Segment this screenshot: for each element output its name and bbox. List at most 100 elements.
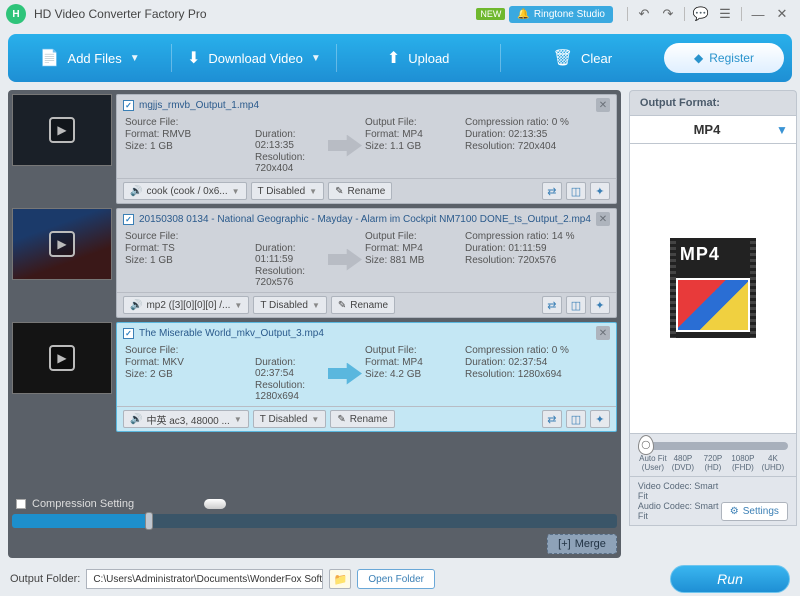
file-checkbox[interactable]: ✓ xyxy=(123,214,134,225)
effects-button[interactable]: ✦ xyxy=(590,182,610,200)
settings-button[interactable]: ⚙Settings xyxy=(721,502,788,521)
trim-button[interactable]: ◫ xyxy=(566,296,586,314)
effects-button[interactable]: ✦ xyxy=(590,296,610,314)
menu-icon[interactable]: ☰ xyxy=(713,6,737,22)
resolution-option[interactable]: 720P(HD) xyxy=(698,454,728,472)
file-card: ✓ 20150308 0134 - National Geographic - M… xyxy=(116,208,617,318)
file-thumbnail[interactable]: ▶ xyxy=(12,208,112,280)
remove-file-button[interactable]: ✕ xyxy=(596,326,610,340)
arrow-right-icon xyxy=(328,135,362,157)
merge-icon: [+] xyxy=(558,538,571,550)
sparkle-icon: ✦ xyxy=(595,185,604,198)
trim-button[interactable]: ◫ xyxy=(566,182,586,200)
shuffle-button[interactable]: ⇄ xyxy=(542,182,562,200)
file-name: mgjjs_rmvb_Output_1.mp4 xyxy=(139,100,591,111)
arrow-right-icon xyxy=(328,363,362,385)
format-preview: MP4 xyxy=(629,144,797,434)
shuffle-icon: ⇄ xyxy=(547,299,556,312)
file-checkbox[interactable]: ✓ xyxy=(123,328,134,339)
run-button[interactable]: Run xyxy=(670,565,790,593)
undo-icon[interactable]: ↶ xyxy=(632,6,656,22)
audio-icon: 🔊 xyxy=(130,300,142,311)
remove-file-button[interactable]: ✕ xyxy=(596,98,610,112)
crop-icon: ◫ xyxy=(571,413,581,426)
pencil-icon: ✎ xyxy=(335,186,343,197)
audio-track-dropdown[interactable]: 🔊cook (cook / 0x6...▼ xyxy=(123,182,247,200)
clear-button[interactable]: 🗑Clear xyxy=(509,41,656,75)
toolbar: 📄Add Files▼ ⬇Download Video▼ ⬆Upload 🗑Cl… xyxy=(8,34,792,82)
sparkle-icon: ✦ xyxy=(595,413,604,426)
subtitle-dropdown[interactable]: T Disabled▼ xyxy=(253,410,327,428)
shuffle-button[interactable]: ⇄ xyxy=(542,296,562,314)
caret-down-icon: ▼ xyxy=(311,415,319,424)
upload-button[interactable]: ⬆Upload xyxy=(345,41,492,75)
caret-down-icon: ▼ xyxy=(234,301,242,310)
file-name: 20150308 0134 - National Geographic - Ma… xyxy=(139,214,591,225)
open-folder-button[interactable]: Open Folder xyxy=(357,569,435,589)
audio-icon: 🔊 xyxy=(130,414,142,425)
shuffle-button[interactable]: ⇄ xyxy=(542,410,562,428)
play-icon[interactable]: ▶ xyxy=(49,345,75,371)
play-icon[interactable]: ▶ xyxy=(49,117,75,143)
play-icon[interactable]: ▶ xyxy=(49,231,75,257)
caret-down-icon: ▼ xyxy=(309,187,317,196)
resolution-option[interactable]: Auto Fit(User) xyxy=(638,454,668,472)
slider-pin-icon[interactable]: ◯ xyxy=(638,435,654,455)
file-thumbnail[interactable]: ▶ xyxy=(12,322,112,394)
trash-icon: 🗑 xyxy=(553,48,573,68)
file-row[interactable]: ▶✓mgjjs_rmvb_Output_1.mp4✕Source File:Fo… xyxy=(12,94,617,204)
caret-down-icon: ▼ xyxy=(312,301,320,310)
browse-folder-button[interactable]: 📁 xyxy=(329,569,351,589)
subtitle-dropdown[interactable]: T Disabled▼ xyxy=(251,182,325,200)
slider-handle[interactable] xyxy=(145,512,153,530)
file-checkbox[interactable]: ✓ xyxy=(123,100,134,111)
download-video-button[interactable]: ⬇Download Video▼ xyxy=(180,41,327,75)
audio-track-dropdown[interactable]: 🔊mp2 ([3][0][0][0] /...▼ xyxy=(123,296,249,314)
rename-button[interactable]: ✎Rename xyxy=(331,296,395,314)
rename-button[interactable]: ✎Rename xyxy=(328,182,392,200)
shuffle-icon: ⇄ xyxy=(547,185,556,198)
minimize-icon[interactable]: — xyxy=(746,7,770,22)
effects-button[interactable]: ✦ xyxy=(590,410,610,428)
pencil-icon: ✎ xyxy=(338,300,346,311)
resolution-option[interactable]: 480P(DVD) xyxy=(668,454,698,472)
arrow-right-icon xyxy=(328,249,362,271)
output-format-selector[interactable]: MP4 ▼ xyxy=(629,115,797,144)
compression-progress[interactable] xyxy=(12,514,617,528)
file-list: ▶✓mgjjs_rmvb_Output_1.mp4✕Source File:Fo… xyxy=(12,94,617,436)
output-folder-path[interactable]: C:\Users\Administrator\Documents\WonderF… xyxy=(86,569,323,589)
add-files-button[interactable]: 📄Add Files▼ xyxy=(16,41,163,75)
shuffle-icon: ⇄ xyxy=(547,413,556,426)
caret-down-icon: ▼ xyxy=(311,53,321,64)
compression-label: Compression Setting xyxy=(12,492,617,512)
diamond-icon: ◆ xyxy=(694,51,703,65)
redo-icon[interactable]: ↷ xyxy=(656,6,680,22)
register-button[interactable]: ◆Register xyxy=(664,43,784,73)
main-area: ▶✓mgjjs_rmvb_Output_1.mp4✕Source File:Fo… xyxy=(0,90,800,562)
audio-track-dropdown[interactable]: 🔊中英 ac3, 48000 ...▼ xyxy=(123,410,249,428)
merge-button[interactable]: [+]Merge xyxy=(547,534,617,554)
crop-icon: ◫ xyxy=(571,185,581,198)
feedback-icon[interactable]: 💬 xyxy=(689,6,713,22)
resolution-slider[interactable]: ◯ Auto Fit(User)480P(DVD)720P(HD)1080P(F… xyxy=(629,434,797,477)
output-format-panel: Output Format: MP4 ▼ MP4 ◯ Auto Fit(User… xyxy=(629,90,797,558)
format-label: MP4 xyxy=(638,122,776,137)
caret-down-icon: ▼ xyxy=(776,123,788,137)
trim-button[interactable]: ◫ xyxy=(566,410,586,428)
file-card: ✓mgjjs_rmvb_Output_1.mp4✕Source File:For… xyxy=(116,94,617,204)
resolution-option[interactable]: 1080P(FHD) xyxy=(728,454,758,472)
close-icon[interactable]: ✕ xyxy=(770,6,794,22)
file-name: The Miserable World_mkv_Output_3.mp4 xyxy=(139,328,591,339)
subtitle-dropdown[interactable]: T Disabled▼ xyxy=(253,296,327,314)
file-row[interactable]: ▶ ✓ 20150308 0134 - National Geographic - … xyxy=(12,208,617,318)
resolution-option[interactable]: 4K(UHD) xyxy=(758,454,788,472)
file-row[interactable]: ▶✓The Miserable World_mkv_Output_3.mp4✕S… xyxy=(12,322,617,432)
file-card: ✓The Miserable World_mkv_Output_3.mp4✕So… xyxy=(116,322,617,432)
rename-button[interactable]: ✎Rename xyxy=(330,410,394,428)
ringtone-studio-button[interactable]: 🔔Ringtone Studio xyxy=(509,6,613,23)
remove-file-button[interactable]: ✕ xyxy=(596,212,610,226)
crop-icon: ◫ xyxy=(571,299,581,312)
file-thumbnail[interactable]: ▶ xyxy=(12,94,112,166)
codec-info: Video Codec: Smart Fit Audio Codec: Smar… xyxy=(629,477,797,526)
audio-icon: 🔊 xyxy=(130,186,142,197)
